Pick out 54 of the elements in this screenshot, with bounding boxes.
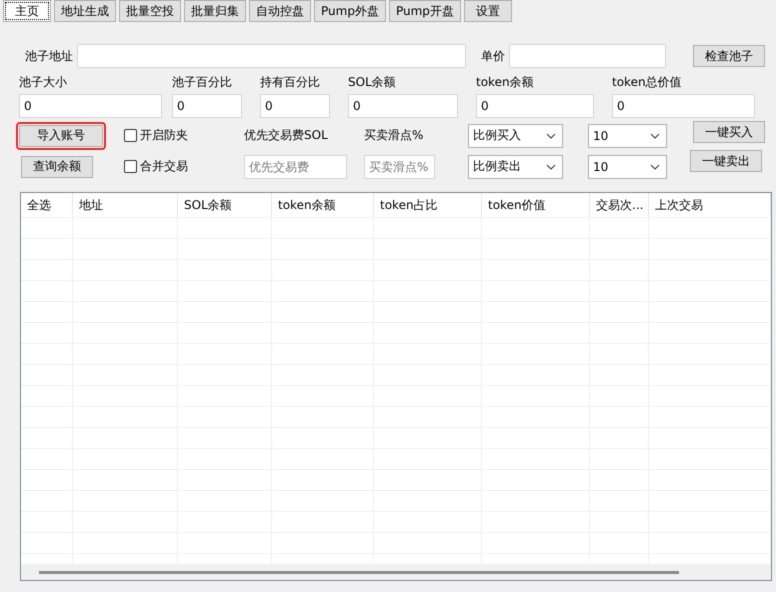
field-label: 池子百分比 bbox=[172, 74, 233, 91]
tab[interactable]: Pump开盘 bbox=[388, 0, 461, 22]
slippage-field[interactable]: 买卖滑点% bbox=[364, 154, 435, 178]
value-field[interactable]: 0 bbox=[348, 94, 458, 118]
field-label: 买卖滑点% bbox=[364, 127, 424, 144]
field-label: 单价 bbox=[481, 48, 506, 64]
chevron-icon bbox=[650, 164, 660, 170]
checkbox[interactable] bbox=[124, 129, 137, 142]
tab[interactable]: 设置 bbox=[464, 0, 512, 22]
field-label: SOL余额 bbox=[348, 74, 397, 91]
priority-fee-field[interactable]: 优先交易费 bbox=[244, 154, 347, 178]
field-label: 持有百分比 bbox=[260, 74, 321, 91]
scrollbar-thumb[interactable] bbox=[39, 571, 679, 574]
tab[interactable]: 主页 bbox=[3, 0, 51, 22]
value-field[interactable]: 0 bbox=[612, 94, 755, 118]
tab[interactable]: 地址生成 bbox=[54, 0, 116, 22]
check-pool-button[interactable]: 检查池子 bbox=[693, 45, 765, 67]
pool-address-field[interactable] bbox=[77, 44, 466, 68]
mode-dropdown[interactable]: 比例买入 bbox=[468, 124, 563, 148]
amount-dropdown[interactable]: 10 bbox=[588, 154, 667, 178]
checkbox-label: 开启防夹 bbox=[140, 127, 188, 144]
horizontal-scrollbar[interactable] bbox=[21, 564, 771, 580]
tab[interactable]: Pump外盘 bbox=[314, 0, 386, 22]
checkbox[interactable] bbox=[124, 160, 137, 173]
column-header[interactable]: token价值 bbox=[482, 193, 590, 217]
mode-dropdown[interactable]: 比例卖出 bbox=[468, 154, 563, 178]
tab[interactable]: 自动控盘 bbox=[249, 0, 311, 22]
column-header[interactable]: 地址 bbox=[73, 193, 178, 217]
query-balance-button[interactable]: 查询余额 bbox=[21, 156, 93, 178]
value-field[interactable]: 0 bbox=[476, 94, 594, 118]
field-label: 池子地址 bbox=[25, 48, 74, 64]
column-header[interactable]: 全选 bbox=[21, 193, 73, 217]
value-field[interactable]: 0 bbox=[260, 94, 330, 118]
field-label: 池子大小 bbox=[19, 74, 68, 91]
checkbox-label: 合并交易 bbox=[140, 158, 188, 175]
column-header[interactable]: token余额 bbox=[272, 193, 374, 217]
chevron-icon bbox=[650, 132, 660, 138]
tab[interactable]: 批量归集 bbox=[184, 0, 246, 22]
sell-button[interactable]: 一键卖出 bbox=[690, 150, 762, 172]
tab[interactable]: 批量空投 bbox=[119, 0, 181, 22]
field-label: token余额 bbox=[476, 74, 535, 91]
field-label: token总价值 bbox=[612, 74, 683, 91]
column-header[interactable]: SOL余额 bbox=[178, 193, 272, 217]
value-field[interactable]: 0 bbox=[19, 94, 162, 118]
column-header[interactable]: token占比 bbox=[374, 193, 482, 217]
column-header[interactable]: 上次交易 bbox=[649, 193, 771, 217]
chevron-icon bbox=[546, 164, 556, 170]
column-header[interactable]: 交易次... bbox=[590, 193, 649, 217]
chevron-icon bbox=[546, 132, 556, 138]
field-label: 优先交易费SOL bbox=[244, 127, 329, 144]
value-field[interactable]: 0 bbox=[172, 94, 242, 118]
unit-price-field[interactable] bbox=[509, 44, 666, 68]
buy-button[interactable]: 一键买入 bbox=[693, 121, 765, 143]
amount-dropdown[interactable]: 10 bbox=[588, 124, 667, 148]
